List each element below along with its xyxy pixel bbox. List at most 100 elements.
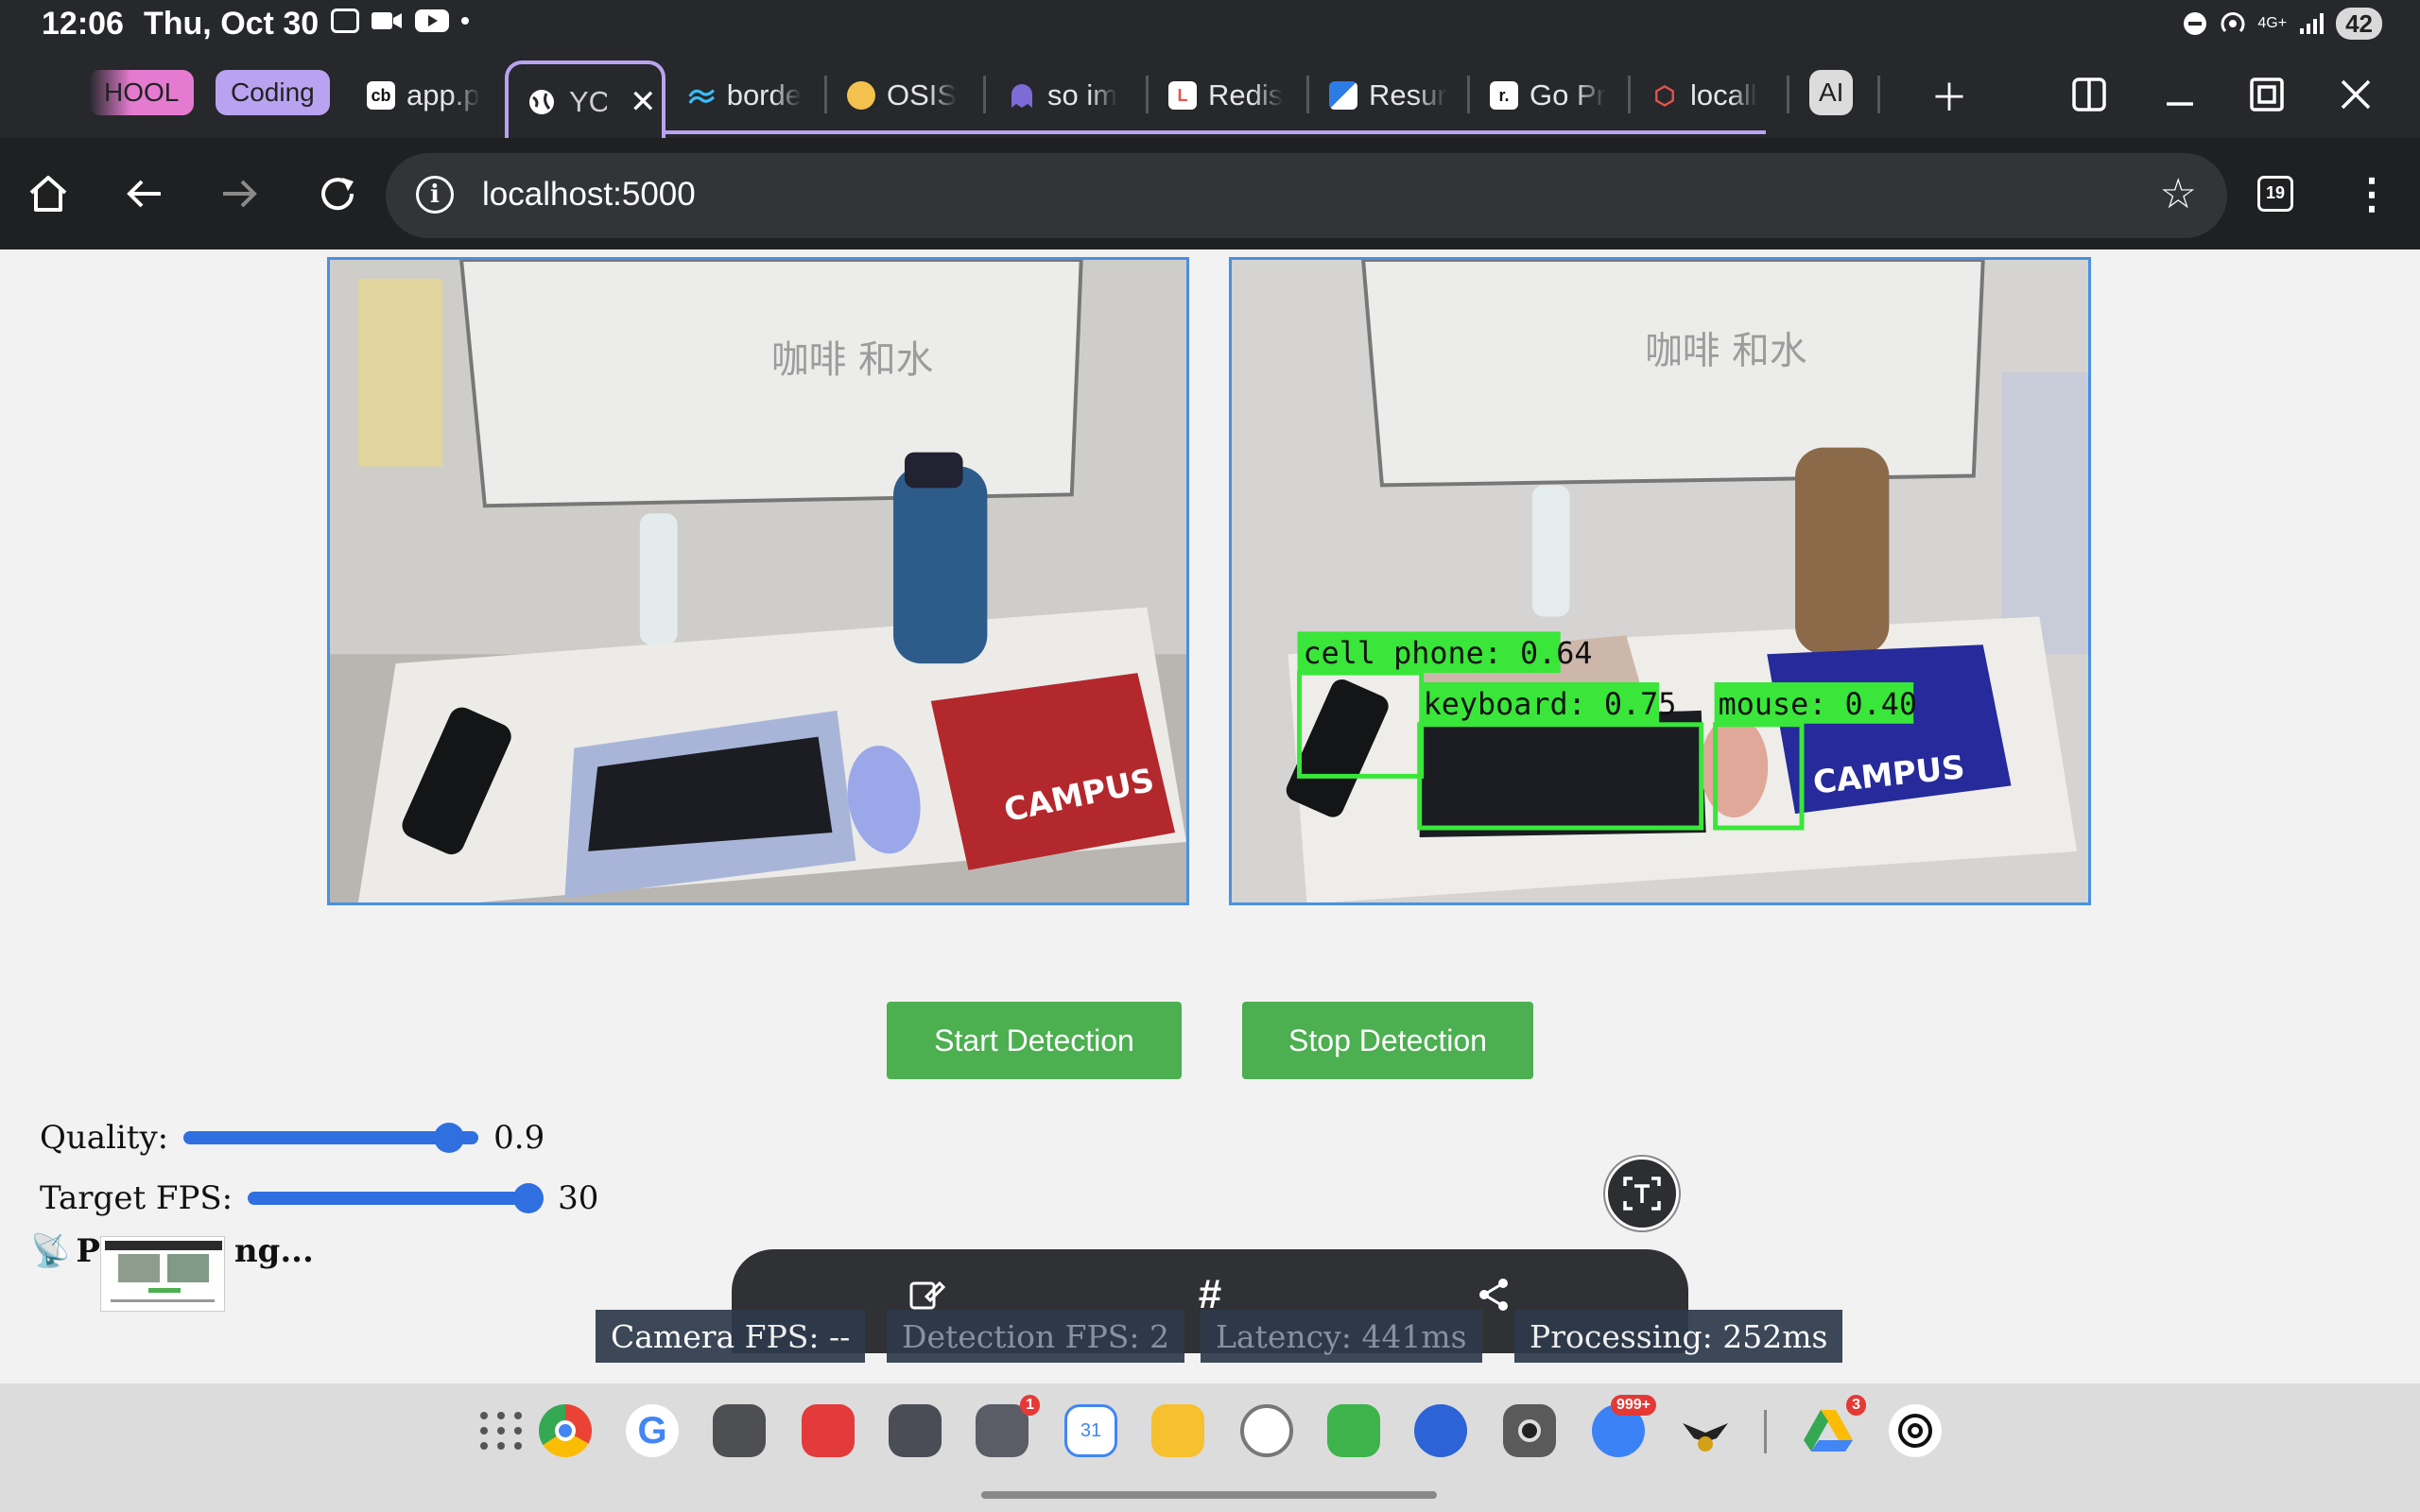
svg-text:咖啡 和水: 咖啡 和水 xyxy=(771,338,934,382)
detection-fps-stat: Detection FPS: 2 xyxy=(887,1310,1184,1363)
tab-app[interactable]: cb app.p xyxy=(367,66,490,125)
screenshot-thumbnail[interactable] xyxy=(100,1236,225,1312)
camera-fps-stat: Camera FPS: -- xyxy=(596,1310,866,1363)
taskbar: G 1 31 999+ 3 xyxy=(0,1383,2420,1512)
quality-value: 0.9 xyxy=(493,1119,545,1157)
latency-stat: Latency: 441ms xyxy=(1201,1310,1482,1363)
drive-icon[interactable]: 3 xyxy=(1802,1395,1866,1457)
camera-feed: 咖啡 和水 CAMPUS xyxy=(327,257,1189,905)
tab-group-coding[interactable]: Coding xyxy=(216,70,330,115)
screenshot-icon xyxy=(331,9,359,33)
clock: 12:06 xyxy=(42,6,124,42)
split-view-icon[interactable] xyxy=(2065,70,2114,119)
phone-icon[interactable] xyxy=(1327,1404,1380,1457)
bookmark-star-icon[interactable]: ☆ xyxy=(2160,170,2197,218)
close-window-icon[interactable] xyxy=(2331,70,2380,119)
more-menu-icon[interactable]: ⋮ xyxy=(2344,166,2399,221)
status-bar: 12:06 Thu, Oct 30 4G+ 42 xyxy=(0,0,2420,49)
address-bar[interactable]: i localhost:5000 ☆ xyxy=(386,153,2227,238)
quality-slider-thumb[interactable] xyxy=(433,1123,464,1153)
home-indicator[interactable] xyxy=(981,1491,1437,1499)
forward-icon[interactable] xyxy=(212,166,267,221)
tab-go-pr[interactable]: r. Go Pr xyxy=(1490,66,1613,125)
tab-active[interactable]: YC ✕ xyxy=(505,60,666,140)
chatgpt-icon[interactable] xyxy=(1889,1404,1942,1457)
new-tab-icon[interactable]: ＋ xyxy=(1925,70,1974,119)
resume-icon xyxy=(1329,81,1357,110)
tab-resume[interactable]: Resur xyxy=(1329,66,1452,125)
site-info-icon[interactable]: i xyxy=(416,176,454,214)
battery-level: 42 xyxy=(2336,8,2382,40)
hotspot-icon xyxy=(2221,12,2245,33)
cb-icon: cb xyxy=(367,81,395,110)
app-drawer-icon[interactable] xyxy=(473,1404,526,1457)
restore-icon[interactable] xyxy=(2242,70,2291,119)
home-icon[interactable] xyxy=(21,166,76,221)
files-icon[interactable] xyxy=(1151,1404,1204,1457)
fps-slider[interactable] xyxy=(248,1183,544,1213)
fps-control: Target FPS: 30 xyxy=(40,1179,598,1217)
more-notifications-icon xyxy=(461,17,469,25)
detection-frame: 咖啡 和水 CAMPUS cell phone: 0.64 keyboard: … xyxy=(1232,260,2088,902)
messages-icon[interactable] xyxy=(1414,1404,1467,1457)
back-icon[interactable] xyxy=(117,166,172,221)
tailwind-icon xyxy=(688,89,716,104)
quality-label: Quality: xyxy=(40,1119,169,1157)
tab-so-im[interactable]: so im xyxy=(1008,66,1131,125)
fps-value: 30 xyxy=(558,1179,599,1217)
camera-frame: 咖啡 和水 CAMPUS xyxy=(330,260,1186,902)
tab-group-indicator xyxy=(662,130,1766,134)
tab-borde[interactable]: borde xyxy=(688,66,802,125)
system-icons: 4G+ 42 xyxy=(2182,8,2382,40)
minimize-icon[interactable] xyxy=(2155,70,2204,119)
tab-switcher-button[interactable]: 19 xyxy=(2248,166,2303,221)
detection-label: mouse: 0.40 xyxy=(1719,688,1917,722)
folder-apps-icon[interactable] xyxy=(713,1404,766,1457)
text-scan-button[interactable] xyxy=(1605,1157,1679,1230)
page-content: 咖啡 和水 CAMPUS 咖啡 和水 CAMPUS cell phone: 0.… xyxy=(0,249,2420,1383)
detection-label: keyboard: 0.75 xyxy=(1424,688,1677,722)
osis-icon xyxy=(847,81,875,110)
notes-icon[interactable] xyxy=(802,1404,855,1457)
clock-icon[interactable] xyxy=(1240,1404,1293,1457)
tab-group-ai[interactable]: AI xyxy=(1809,70,1854,115)
detection-feed: 咖啡 和水 CAMPUS cell phone: 0.64 keyboard: … xyxy=(1229,257,2091,905)
chrome-icon[interactable] xyxy=(539,1404,592,1457)
date: Thu, Oct 30 xyxy=(144,6,320,42)
globe-icon xyxy=(529,90,554,114)
svg-text:咖啡 和水: 咖啡 和水 xyxy=(1645,329,1807,372)
eagle-app-icon[interactable] xyxy=(1679,1404,1732,1457)
reload-icon[interactable] xyxy=(310,166,365,221)
ghost-icon xyxy=(1011,84,1032,108)
start-detection-button[interactable]: Start Detection xyxy=(887,1002,1182,1079)
apps-folder-2-icon[interactable]: 1 xyxy=(976,1395,1040,1457)
calendar-icon[interactable]: 31 xyxy=(1064,1404,1117,1457)
tab-redis[interactable]: L Redis xyxy=(1168,66,1291,125)
tab-localhost[interactable]: ⬡ locall xyxy=(1651,66,1773,125)
stop-detection-button[interactable]: Stop Detection xyxy=(1242,1002,1533,1079)
text-scan-icon xyxy=(1623,1177,1661,1211)
notification-icons xyxy=(331,8,469,34)
quality-slider[interactable] xyxy=(183,1123,479,1153)
dnd-icon xyxy=(2184,12,2207,35)
fps-slider-thumb[interactable] xyxy=(512,1183,544,1213)
youtube-icon xyxy=(415,9,449,32)
browser-toolbar: i localhost:5000 ☆ 19 ⋮ xyxy=(0,138,2420,249)
laravel-icon: ⬡ xyxy=(1653,80,1676,110)
chat-icon[interactable]: 999+ xyxy=(1592,1395,1656,1457)
camera-icon[interactable] xyxy=(1503,1404,1556,1457)
laravel-icon: L xyxy=(1168,81,1197,110)
tab-strip: HOOL Coding cb app.p YC ✕ borde OSIS so … xyxy=(0,49,2420,140)
fps-label: Target FPS: xyxy=(40,1179,233,1217)
detection-label: cell phone: 0.64 xyxy=(1303,637,1592,671)
tab-group-school[interactable]: HOOL xyxy=(89,70,195,115)
signal-icon xyxy=(2300,13,2325,34)
google-icon[interactable]: G xyxy=(626,1404,679,1457)
tab-osis[interactable]: OSIS xyxy=(847,66,960,125)
railway-icon: r. xyxy=(1490,81,1518,110)
quality-control: Quality: 0.9 xyxy=(40,1119,544,1157)
apps-folder-icon[interactable] xyxy=(889,1404,942,1457)
network-type: 4G+ xyxy=(2257,15,2288,31)
url-text[interactable]: localhost:5000 xyxy=(482,176,696,214)
close-tab-icon[interactable]: ✕ xyxy=(630,83,657,121)
